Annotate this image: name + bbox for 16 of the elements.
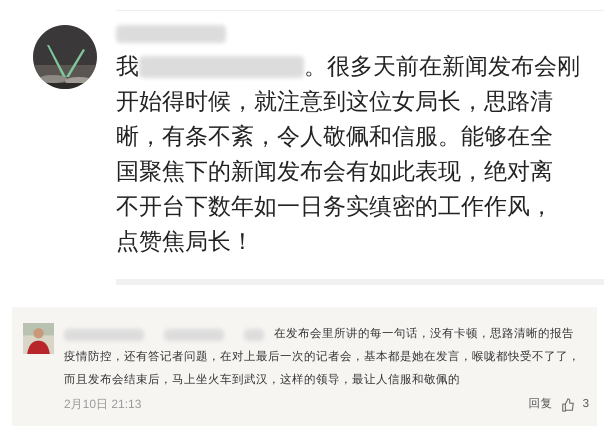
comment-text: 疫情防控，还有答记者问题，在对上最后一次的记者会，基本都是她在发言，喉咙都快受不了了，: [64, 349, 580, 365]
thumbs-up-icon[interactable]: [560, 398, 575, 412]
comment-text: 不开台下数年如一日务实缜密的工作作风，: [116, 192, 553, 221]
comment-text: 开始得时候，就注意到这位女局长，思路清: [116, 87, 553, 116]
comment-text: 我: [116, 52, 139, 81]
comment-text: 点赞焦局长！: [116, 227, 254, 256]
reply-link[interactable]: 回复: [528, 393, 553, 416]
comment-text: 而且发布会结束后，马上坐火车到武汉，这样的领导，最让人信服和敬佩的: [64, 372, 460, 388]
comment-text: 晰，有条不紊，令人敬佩和信服。能够在全: [116, 122, 553, 151]
comment-text: 。很多天前在新闻发布会刚: [304, 52, 580, 81]
comment-text: 在发布会里所讲的每一句话，没有卡顿，思路清晰的报告: [274, 326, 574, 342]
like-count: 3: [582, 397, 589, 412]
comment-text: 国聚焦下的新闻发布会有如此表现，绝对离: [116, 157, 553, 186]
comment-time: 2月10日 21:13: [64, 396, 142, 413]
blurred-text: [164, 328, 224, 340]
blurred-text: [244, 328, 264, 340]
